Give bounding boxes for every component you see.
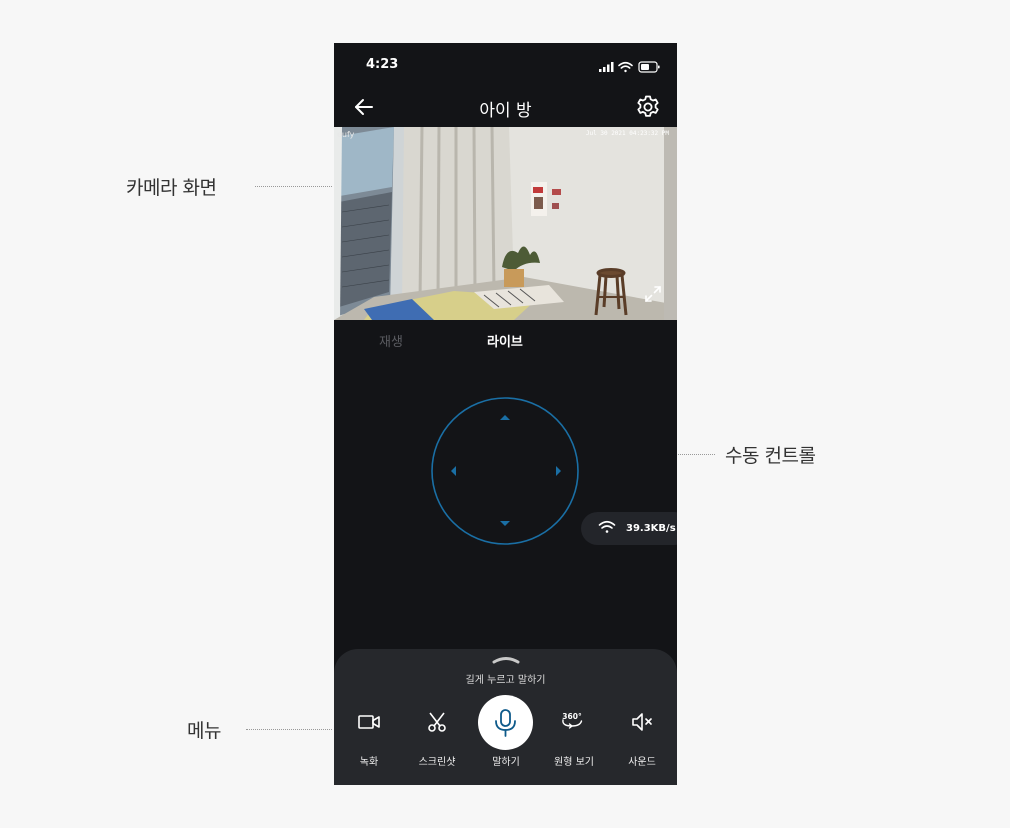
signal-icon <box>599 62 614 72</box>
expand-icon <box>645 286 661 302</box>
video-camera-icon <box>358 715 380 729</box>
network-speed-value: 39.3KB/s <box>626 523 676 534</box>
manual-control-pad[interactable] <box>431 397 579 545</box>
360-view-button[interactable]: 360° 원형 보기 <box>539 706 609 776</box>
phone-screen: 4:23 아이 방 eufy Jul 30 2021 04:23:32 PM 재… <box>334 43 677 785</box>
push-to-talk-hint: 길게 누르고 말하기 <box>465 675 546 686</box>
sound-button[interactable]: 사운드 <box>607 706 677 776</box>
drag-handle-icon[interactable] <box>492 655 520 665</box>
svg-text:360°: 360° <box>562 712 582 721</box>
wifi-icon <box>598 520 616 533</box>
gear-icon <box>637 95 659 117</box>
360-view-icon: 360° <box>562 712 583 729</box>
record-button[interactable]: 녹화 <box>334 706 404 776</box>
camera-watermark: eufy <box>337 130 355 139</box>
scissors-icon <box>428 712 446 732</box>
status-bar: 4:23 <box>334 43 677 87</box>
pan-up-icon <box>500 415 510 420</box>
360-view-label: 원형 보기 <box>554 757 594 768</box>
wifi-icon <box>618 61 633 73</box>
menu-leader <box>246 729 332 730</box>
camera-view-leader <box>255 186 332 187</box>
pan-left-icon <box>451 466 456 476</box>
status-icons <box>599 58 661 77</box>
network-speed-badge: 39.3KB/s <box>581 512 677 545</box>
tab-playback[interactable]: 재생 <box>379 331 403 350</box>
sound-label: 사운드 <box>628 757 656 768</box>
camera-timestamp: Jul 30 2021 04:23:32 PM <box>585 130 669 137</box>
view-tabs: 재생 라이브 <box>334 320 677 356</box>
battery-icon <box>638 61 660 73</box>
page-title: 아이 방 <box>479 101 532 121</box>
screenshot-label: 스크린샷 <box>418 757 456 768</box>
camera-view-annotation: 카메라 화면 <box>126 177 217 199</box>
talk-label: 말하기 <box>492 757 520 768</box>
pan-right-icon <box>556 466 561 476</box>
manual-control-annotation: 수동 컨트롤 <box>725 445 816 467</box>
bottom-menu: 길게 누르고 말하기 녹화 스크린샷 말하기 360° 원형 보기 사운드 <box>334 649 677 785</box>
tab-live[interactable]: 라이브 <box>487 331 523 350</box>
status-time: 4:23 <box>366 57 399 72</box>
talk-item: 말하기 <box>471 706 541 776</box>
speaker-mute-icon <box>632 713 652 731</box>
settings-button[interactable] <box>635 94 661 120</box>
header-bar: 아이 방 <box>334 87 677 127</box>
fullscreen-button[interactable] <box>644 285 662 303</box>
record-label: 녹화 <box>359 757 379 768</box>
camera-feed-image <box>334 127 677 320</box>
pan-down-icon <box>500 521 510 526</box>
menu-annotation: 메뉴 <box>187 720 221 742</box>
screenshot-button[interactable]: 스크린샷 <box>402 706 472 776</box>
camera-view[interactable]: eufy Jul 30 2021 04:23:32 PM <box>334 127 677 320</box>
